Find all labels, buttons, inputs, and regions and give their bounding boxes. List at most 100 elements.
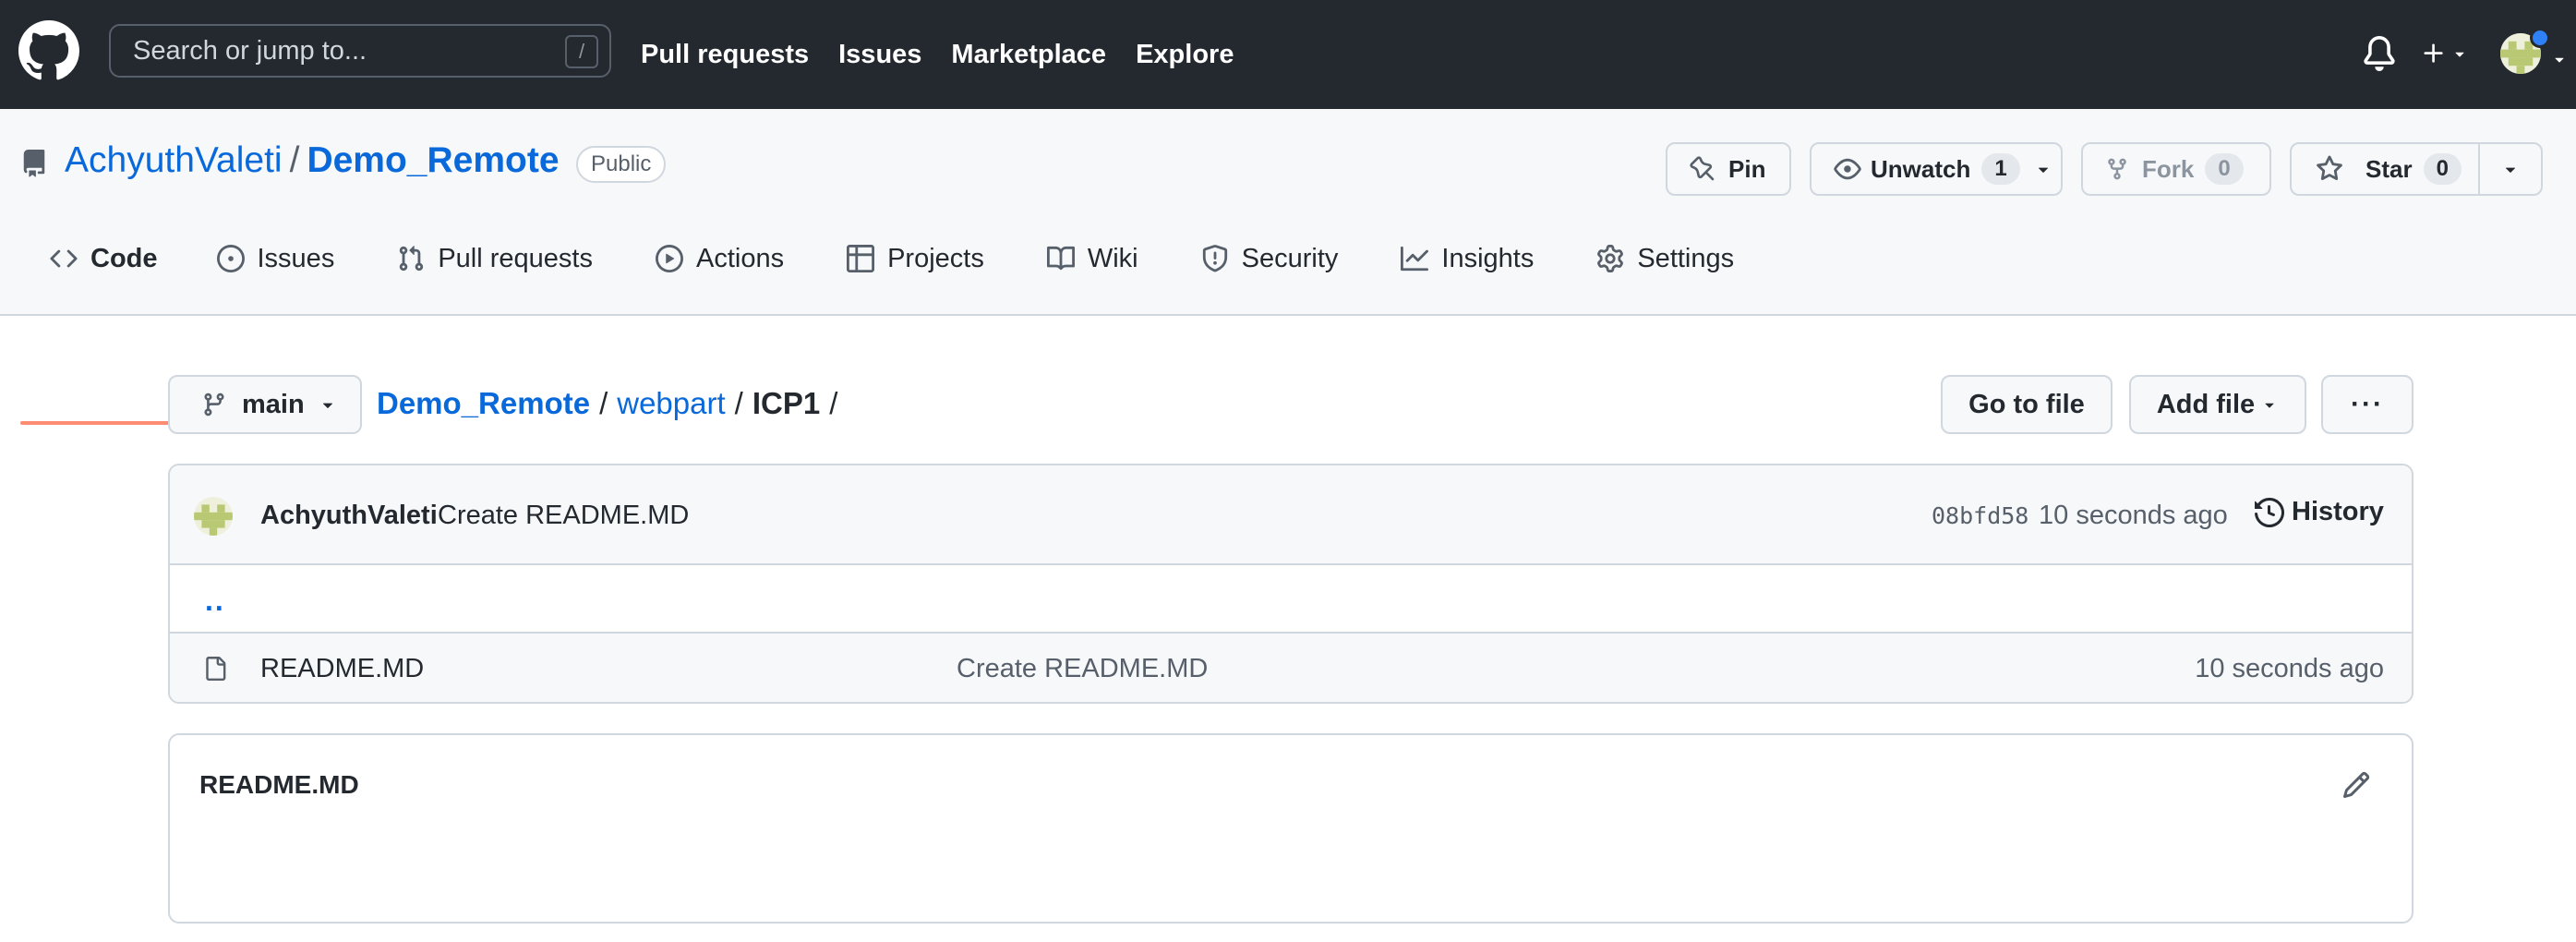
create-new-button[interactable] [2421,33,2476,74]
breadcrumb-separator: / [734,386,743,420]
add-file-button[interactable]: Add file [2129,375,2306,434]
file-browser: AchyuthValeti Create README.MD 08bfd58 1… [168,464,2413,704]
readme-panel: README.MD [168,733,2413,924]
nav-issues[interactable]: Issues [838,40,921,70]
fork-button[interactable]: Fork 0 [2081,142,2271,196]
search-shortcut-key: / [565,35,598,68]
tab-pull-requests-label: Pull requests [438,243,593,273]
table-icon [847,245,875,272]
tab-issues[interactable]: Issues [186,231,367,286]
unwatch-button[interactable]: Unwatch 1 [1810,142,2063,196]
pin-button[interactable]: Pin [1666,142,1791,196]
file-commit-time: 10 seconds ago [2195,654,2384,683]
caret-down-icon [2038,167,2048,173]
breadcrumb-repo-link[interactable]: Demo_Remote [377,386,590,420]
gear-icon [1597,245,1624,272]
repo-title: AchyuthValeti / Demo_Remote [65,140,560,181]
notification-dot [2530,28,2550,48]
commit-author-avatar[interactable] [194,497,233,536]
tab-actions-label: Actions [695,243,785,273]
code-icon [50,249,78,268]
pencil-icon[interactable] [2341,770,2371,800]
parent-directory-row[interactable]: .. [170,565,2412,634]
repo-title-separator: / [289,140,300,180]
fork-count: 0 [2205,153,2244,185]
nav-pull-requests[interactable]: Pull requests [641,40,809,70]
tab-wiki-label: Wiki [1087,243,1138,273]
repo-nav: Code Issues Pull requests Actions Projec… [20,231,1765,316]
branch-name: main [242,389,305,419]
parent-directory-link[interactable]: .. [205,584,225,618]
commit-author-link[interactable]: AchyuthValeti [260,501,438,531]
tab-security[interactable]: Security [1170,231,1370,286]
caret-down-icon [2505,167,2516,173]
star-button[interactable]: Star 0 [2290,142,2480,196]
nav-marketplace[interactable]: Marketplace [951,40,1106,70]
tab-code-label: Code [90,243,158,273]
tab-wiki[interactable]: Wiki [1016,231,1170,286]
active-tab-indicator [20,421,183,425]
play-icon [655,245,683,272]
git-branch-icon [204,392,224,417]
breadcrumb: Demo_Remote / webpart / ICP1/ [377,386,847,421]
visibility-badge: Public [576,146,667,183]
commit-message-link[interactable]: Create README.MD [438,501,689,531]
caret-down-icon [2455,52,2464,57]
pin-label: Pin [1728,154,1766,183]
github-logo-icon[interactable] [18,20,79,81]
book-icon [1046,246,1075,271]
search-input[interactable]: Search or jump to... / [109,24,611,78]
tab-issues-label: Issues [257,243,335,273]
tab-settings[interactable]: Settings [1565,231,1765,286]
tab-projects-label: Projects [887,243,984,273]
breadcrumb-current-folder: ICP1 [752,386,821,420]
add-file-label: Add file [2156,389,2256,419]
breadcrumb-folder-link[interactable]: webpart [617,386,725,420]
graph-icon [1401,246,1429,272]
star-count: 0 [2423,153,2462,185]
tab-insights[interactable]: Insights [1369,231,1565,286]
file-commit-message-link[interactable]: Create README.MD [957,654,1208,684]
fork-label: Fork [2142,154,2195,183]
more-options-button[interactable]: ··· [2321,375,2413,434]
file-name-link[interactable]: README.MD [260,654,424,684]
latest-commit-row: AchyuthValeti Create README.MD 08bfd58 1… [170,465,2412,565]
tab-security-label: Security [1241,243,1339,273]
star-list-dropdown[interactable] [2478,142,2543,196]
global-nav: Pull requests Issues Marketplace Explore [641,0,1234,109]
readme-title: README.MD [199,770,359,799]
history-label: History [2292,497,2384,526]
caret-down-icon[interactable] [2550,50,2569,68]
git-pull-request-icon [400,246,424,272]
nav-explore[interactable]: Explore [1136,40,1234,70]
notifications-bell-icon[interactable] [2362,35,2397,72]
tab-pull-requests[interactable]: Pull requests [366,231,624,286]
repo-owner-link[interactable]: AchyuthValeti [65,140,283,181]
branch-selector-button[interactable]: main [168,375,362,434]
search-placeholder: Search or jump to... [133,35,367,66]
star-icon [2317,155,2342,181]
kebab-horizontal-icon: ··· [2351,389,2384,419]
tab-code[interactable]: Code [20,231,186,286]
go-to-file-button[interactable]: Go to file [1941,375,2113,434]
tab-insights-label: Insights [1441,243,1535,273]
tab-actions[interactable]: Actions [624,231,815,286]
history-icon [2255,497,2284,527]
tab-projects[interactable]: Projects [815,231,1016,286]
repo-icon [23,150,45,177]
watch-count: 1 [1981,153,2020,185]
repo-forked-icon [2108,158,2126,180]
commit-sha-link[interactable]: 08bfd58 [1932,502,2028,529]
commit-time: 10 seconds ago [2039,501,2228,530]
table-row[interactable]: README.MD Create README.MD 10 seconds ag… [170,634,2412,702]
star-label: Star [2365,154,2413,183]
caret-down-icon [2265,403,2274,408]
go-to-file-label: Go to file [1968,389,2085,419]
history-button[interactable]: History [2255,497,2384,527]
shield-icon [1202,245,1227,272]
pin-icon [1690,156,1715,181]
global-header: Search or jump to... / Pull requests Iss… [0,0,2576,109]
repo-name-link[interactable]: Demo_Remote [307,140,559,181]
unwatch-label: Unwatch [1871,154,1971,183]
plus-icon [2424,43,2443,63]
